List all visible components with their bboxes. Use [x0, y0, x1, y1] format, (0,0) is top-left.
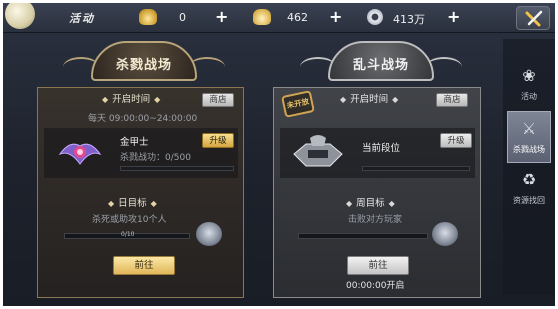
open-time-text: 00:00:00开启: [346, 281, 405, 291]
killing-field-banner: 杀戮战场: [63, 41, 225, 85]
daily-goal-progress: 0/10: [64, 231, 190, 239]
upgrade-button[interactable]: 升级: [202, 133, 234, 148]
open-time-heading: ◆ 开启时间 ◆: [102, 94, 161, 105]
tab-resource-recovery[interactable]: ♻ 资源找回: [507, 163, 551, 215]
reward-chest-icon[interactable]: [432, 222, 458, 246]
tab-activity-label: 活动: [521, 92, 537, 101]
top-bar: 活动 0 + 462 + 413万 +: [3, 3, 555, 33]
coin-count: 413万: [393, 13, 425, 26]
daily-goal-text: 杀死或助攻10个人: [92, 215, 167, 225]
reward-chest-icon[interactable]: [196, 222, 222, 246]
flower-icon: ❀: [522, 66, 536, 85]
rank-name: 金甲士: [120, 137, 149, 148]
weekly-goal-heading: ◆ 周目标 ◆: [346, 198, 395, 209]
tab-killing-field[interactable]: ⚔ 杀戮战场: [507, 111, 551, 163]
silver-ingot-icon: [253, 9, 271, 25]
moon-icon: [5, 3, 35, 29]
killing-field-title: 杀戮战场: [115, 58, 172, 73]
tab-killing-field-label: 杀戮战场: [513, 145, 545, 154]
gold-ingot-resource: 0 +: [139, 7, 249, 28]
go-button[interactable]: 前往: [347, 256, 409, 275]
battle-power-text: 杀戮战功：0/500: [120, 153, 191, 163]
gold-ingot-icon: [139, 9, 157, 25]
close-icon: [525, 10, 543, 27]
melee-field-title: 乱斗战场: [352, 58, 409, 73]
tab-resource-recovery-label: 资源找回: [513, 196, 545, 205]
add-silver-ingot-button[interactable]: +: [329, 7, 342, 26]
melee-field-panel: ◆ 开启时间 ◆ 商店 当前段位 升级 ◆ 周目标 ◆ 击败对方玩家 前往 00:00:…: [273, 87, 481, 298]
open-time-heading: ◆ 开启时间 ◆: [340, 94, 399, 105]
coin-resource: 413万 +: [367, 7, 497, 28]
add-coin-button[interactable]: +: [447, 7, 460, 26]
add-gold-ingot-button[interactable]: +: [215, 7, 228, 26]
game-screen: 活动 0 + 462 + 413万 + ❀ 活动 ⚔ 杀戮战场 ♻ 资源找回 ◆…: [3, 3, 555, 306]
rank-emblem-icon: [58, 143, 102, 165]
silver-ingot-count: 462: [287, 11, 308, 24]
weekly-goal-text: 击败对方玩家: [348, 215, 403, 225]
shop-button[interactable]: 商店: [202, 93, 234, 107]
coin-icon: [367, 9, 383, 25]
upgrade-button[interactable]: 升级: [440, 133, 472, 148]
battle-power-bar: [120, 166, 234, 171]
shop-button[interactable]: 商店: [436, 93, 468, 107]
rank-emblem-icon: [293, 135, 343, 167]
rank-row: 金甲士 升级 杀戮战功：0/500: [44, 128, 238, 178]
sidebar: ❀ 活动 ⚔ 杀戮战场 ♻ 资源找回: [503, 39, 555, 295]
current-rank-label: 当前段位: [362, 143, 401, 154]
gold-ingot-count: 0: [179, 11, 186, 24]
recycle-icon: ♻: [521, 170, 537, 189]
silver-ingot-resource: 462 +: [253, 7, 363, 28]
daily-goal-heading: ◆ 日目标 ◆: [108, 198, 157, 209]
schedule-text: 每天 09:00:00~24:00:00: [88, 114, 198, 124]
melee-field-banner: 乱斗战场: [300, 41, 462, 85]
rank-row: 当前段位 升级: [280, 128, 475, 178]
swords-icon: ⚔: [521, 119, 537, 138]
rank-progress-bar: [362, 166, 470, 171]
daily-goal-progress-text: 0/10: [121, 231, 135, 238]
weekly-goal-progress: [298, 233, 428, 239]
page-title: 活动: [69, 12, 95, 25]
killing-field-panel: ◆ 开启时间 ◆ 商店 每天 09:00:00~24:00:00 金甲士 升级 杀戮…: [37, 87, 244, 298]
tab-activity[interactable]: ❀ 活动: [507, 59, 551, 111]
close-button[interactable]: [516, 6, 550, 30]
go-button[interactable]: 前往: [113, 256, 175, 275]
